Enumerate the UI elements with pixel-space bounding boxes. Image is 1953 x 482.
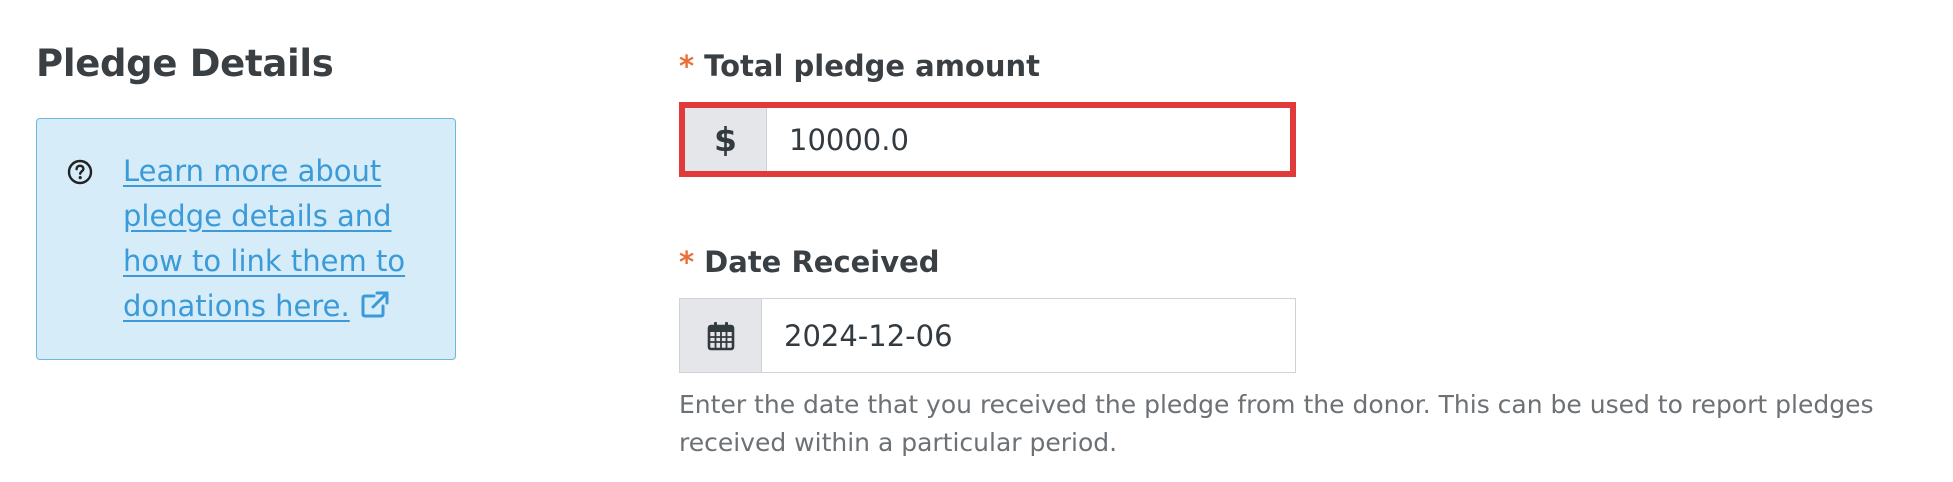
date-received-field: * Date Received Enter the date that you r… [679,242,1873,457]
calendar-icon [707,321,734,350]
date-received-label-text: Date Received [704,245,940,279]
required-marker: * [679,49,695,83]
external-link-icon [361,291,389,318]
total-pledge-amount-label-text: Total pledge amount [704,49,1041,83]
total-pledge-amount-field: * Total pledge amount $ [679,46,1296,177]
date-received-help-text: Enter the date that you received the ple… [679,390,1874,457]
dollar-prefix-addon: $ [685,108,767,171]
calendar-addon[interactable] [680,299,762,372]
learn-more-link[interactable]: Learn more about pledge details and how … [123,149,435,329]
required-marker: * [679,245,695,279]
date-received-label: * Date Received [679,242,940,282]
amount-input-group: $ [679,102,1296,177]
date-received-input[interactable] [762,299,1295,372]
info-callout: Learn more about pledge details and how … [36,118,456,360]
total-pledge-amount-label: * Total pledge amount [679,46,1040,86]
question-circle-icon [67,159,93,185]
date-input-group [679,298,1296,373]
pledge-details-section: Pledge Details Learn more about pledge d… [36,38,460,360]
section-title: Pledge Details [36,42,334,85]
total-pledge-amount-input[interactable] [767,108,1290,171]
